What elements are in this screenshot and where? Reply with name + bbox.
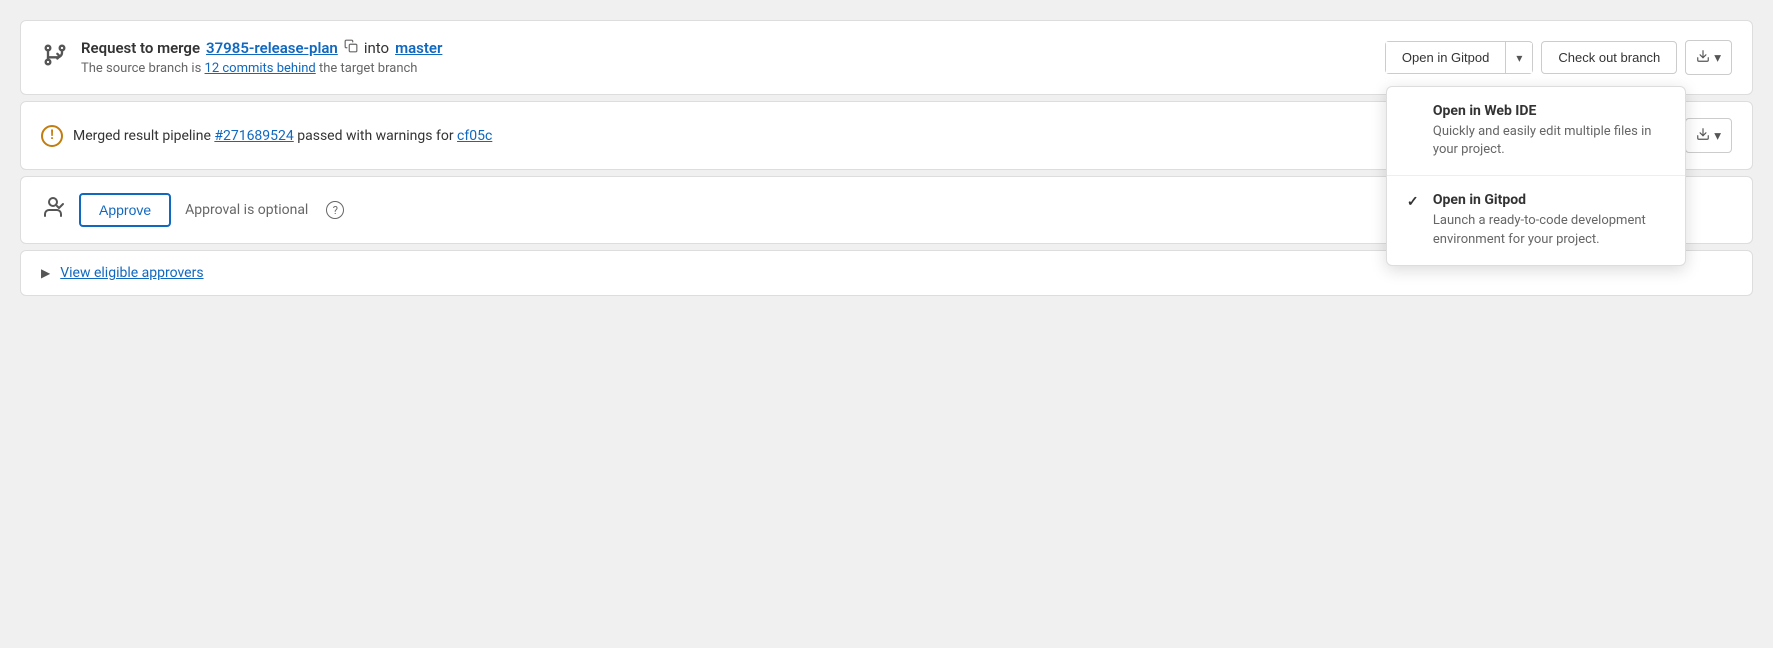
dropdown-item-web-ide[interactable]: Open in Web IDE Quickly and easily edit … <box>1387 87 1685 176</box>
merge-title: Request to merge 37985-release-plan into… <box>81 39 442 57</box>
merge-left: Request to merge 37985-release-plan into… <box>41 39 442 76</box>
dropdown-item-gitpod[interactable]: ✓ Open in Gitpod Launch a ready-to-code … <box>1387 176 1685 264</box>
pipeline-warning-icon: ! <box>41 125 63 147</box>
checkout-branch-button[interactable]: Check out branch <box>1541 41 1677 74</box>
merge-info: Request to merge 37985-release-plan into… <box>81 39 442 76</box>
merge-request-section: Request to merge 37985-release-plan into… <box>20 20 1753 95</box>
pipeline-download-button[interactable]: ▾ <box>1685 118 1732 153</box>
into-text: into <box>364 39 389 57</box>
gitpod-check: ✓ <box>1407 194 1423 210</box>
copy-branch-icon[interactable] <box>344 39 358 57</box>
pipeline-download-icon <box>1696 127 1710 144</box>
download-button[interactable]: ▾ <box>1685 40 1732 75</box>
pipeline-number-link[interactable]: #271689524 <box>214 128 293 144</box>
chevron-right-icon: ▶ <box>41 266 50 280</box>
gitpod-content: Open in Gitpod Launch a ready-to-code de… <box>1433 192 1665 248</box>
web-ide-content: Open in Web IDE Quickly and easily edit … <box>1433 103 1665 159</box>
open-gitpod-button[interactable]: Open in Gitpod <box>1386 42 1506 73</box>
pipeline-text: Merged result pipeline #271689524 passed… <box>73 128 492 144</box>
gitpod-title: Open in Gitpod <box>1433 192 1665 208</box>
view-approvers-link[interactable]: View eligible approvers <box>60 265 203 281</box>
download-caret: ▾ <box>1714 50 1721 66</box>
approval-help-icon[interactable]: ? <box>326 201 344 219</box>
gitpod-dropdown: Open in Web IDE Quickly and easily edit … <box>1386 86 1686 266</box>
request-to-merge-label: Request to merge <box>81 39 200 57</box>
open-gitpod-caret[interactable]: ▾ <box>1506 43 1532 73</box>
source-branch-link[interactable]: 37985-release-plan <box>206 39 338 57</box>
commits-behind-link[interactable]: 12 commits behind <box>205 61 316 76</box>
caret-down-icon: ▾ <box>1516 51 1522 65</box>
download-icon <box>1696 49 1710 66</box>
web-ide-title: Open in Web IDE <box>1433 103 1665 119</box>
merge-icon <box>41 41 69 74</box>
approve-button[interactable]: Approve <box>79 193 171 227</box>
gitpod-desc: Launch a ready-to-code development envir… <box>1433 212 1665 248</box>
merge-subtitle: The source branch is 12 commits behind t… <box>81 61 442 76</box>
open-gitpod-group: Open in Gitpod ▾ Open in Web IDE Quickly… <box>1385 41 1533 74</box>
merge-actions: Open in Gitpod ▾ Open in Web IDE Quickly… <box>1385 40 1732 75</box>
pipeline-caret: ▾ <box>1714 128 1721 144</box>
target-branch-link[interactable]: master <box>395 39 442 57</box>
pipeline-commit-link[interactable]: cf05c <box>457 128 492 144</box>
web-ide-desc: Quickly and easily edit multiple files i… <box>1433 123 1665 159</box>
web-ide-check <box>1407 105 1423 121</box>
page-wrapper: Request to merge 37985-release-plan into… <box>0 20 1773 648</box>
pipeline-left: ! Merged result pipeline #271689524 pass… <box>41 125 492 147</box>
user-check-icon <box>41 195 65 225</box>
approval-optional-text: Approval is optional <box>185 202 308 218</box>
